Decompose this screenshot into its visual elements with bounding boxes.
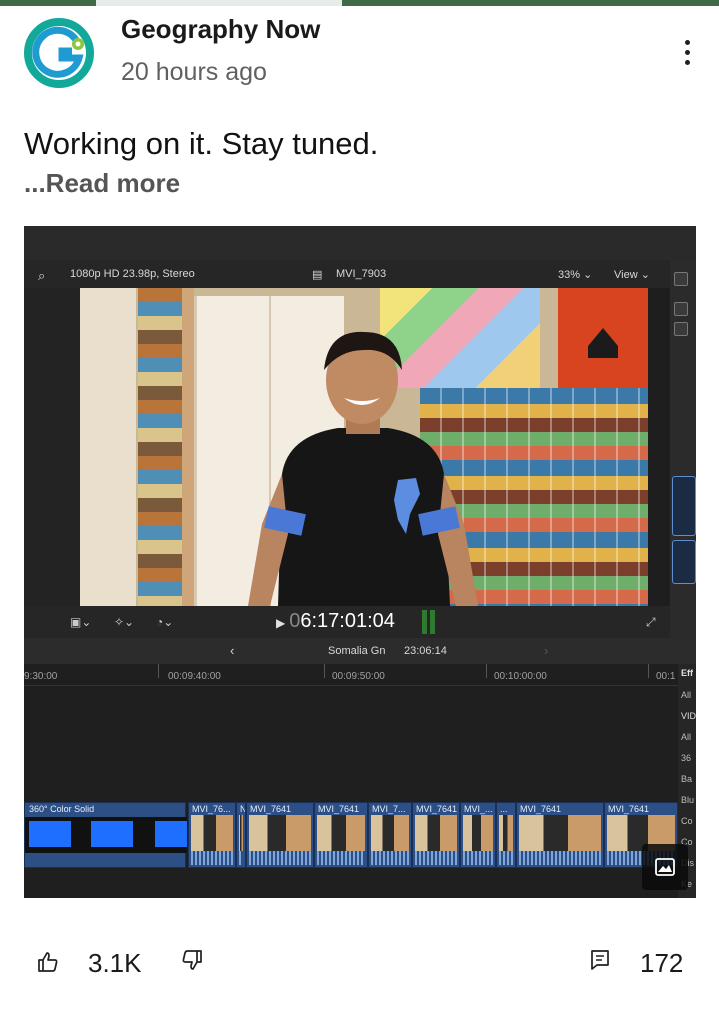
thumbs-up-icon[interactable] — [36, 950, 60, 974]
postcards-strip — [138, 288, 182, 606]
viewer-view-menu[interactable]: View ⌄ — [614, 268, 650, 281]
chevron-left-icon[interactable]: ‹ — [230, 643, 234, 658]
speed-icon[interactable]: ◔⌄ — [156, 615, 173, 629]
comment-count: 172 — [640, 948, 684, 978]
post-image[interactable]: ⌕ 1080p HD 23.98p, Stereo ▤ MVI_7903 33%… — [24, 226, 696, 898]
post-text: Working on it. Stay tuned. — [24, 126, 379, 161]
video-preview-frame — [80, 288, 648, 606]
inspector-section[interactable] — [672, 540, 696, 584]
editor-title-strip — [24, 226, 696, 260]
timeline-header: ‹ Somalia Gn 23:06:14 › — [24, 638, 696, 664]
door — [80, 288, 136, 606]
thumbs-down-icon[interactable] — [180, 948, 204, 972]
timeline-tracks[interactable]: 360° Color Solid MVI_76... N MVI_7641 MV… — [24, 686, 678, 898]
channel-avatar-logo-icon[interactable] — [24, 18, 94, 88]
inspector-checkbox[interactable] — [674, 272, 688, 286]
viewer-clip-name: MVI_7903 — [336, 268, 387, 280]
timecode-display[interactable]: ▶ 06:17:01:04 — [276, 610, 395, 633]
ruler-label: 00:10:00:00 — [494, 671, 547, 682]
viewer-search-icon[interactable]: ⌕ — [38, 268, 45, 284]
viewer-zoom-menu[interactable]: 33% ⌄ — [558, 268, 592, 281]
audio-meter-left — [422, 610, 427, 634]
ruler-label: 00:09:40:00 — [168, 671, 221, 682]
timeline-clip-color-solid[interactable]: 360° Color Solid — [24, 802, 187, 868]
audio-meter-right — [430, 610, 435, 634]
inspector-checkbox[interactable] — [674, 322, 688, 336]
project-name: Somalia Gn — [328, 645, 386, 657]
image-view-button[interactable] — [642, 844, 688, 890]
film-strip-icon: ▤ — [312, 269, 323, 281]
chevron-right-icon[interactable]: › — [544, 643, 548, 658]
vertical-dots-icon — [684, 39, 690, 45]
post-timestamp: 20 hours ago — [121, 58, 267, 86]
fullscreen-icon[interactable]: ⤢ — [646, 615, 656, 630]
play-icon[interactable]: ▶ — [276, 616, 285, 630]
like-count: 3.1K — [88, 948, 142, 978]
timeline-clip[interactable]: MVI_7641 — [412, 802, 460, 868]
timeline-clip[interactable]: ... — [496, 802, 516, 868]
read-more-link[interactable]: ...Read more — [24, 168, 180, 199]
channel-name[interactable]: Geography Now — [121, 14, 320, 45]
door-frame — [182, 288, 194, 606]
presenter-figure — [248, 331, 478, 606]
post-header: Geography Now 20 hours ago — [0, 6, 719, 106]
timeline-clip[interactable]: MVI_7... — [368, 802, 412, 868]
timeline-clip[interactable]: MVI_7641 — [246, 802, 314, 868]
post-actions: 3.1K 172 — [0, 930, 719, 990]
timeline-clip[interactable]: MVI_... — [460, 802, 496, 868]
display-options-icon[interactable]: ▣⌄ — [70, 615, 91, 629]
more-options-button[interactable] — [672, 32, 702, 72]
transform-tools-icon[interactable]: ✧⌄ — [114, 615, 134, 629]
viewer-format-label: 1080p HD 23.98p, Stereo — [70, 268, 195, 280]
viewer-toolbar: ⌕ 1080p HD 23.98p, Stereo ▤ MVI_7903 33%… — [24, 260, 696, 288]
ruler-label: 00:1 — [656, 671, 676, 682]
ruler-label: 00:09:50:00 — [332, 671, 385, 682]
timeline-clip[interactable]: MVI_76... — [188, 802, 236, 868]
playback-bar: ▣⌄ ✧⌄ ◔⌄ ▶ 06:17:01:04 ⤢ — [24, 606, 670, 638]
painting — [558, 288, 648, 392]
comment-icon[interactable] — [588, 948, 612, 972]
project-duration: 23:06:14 — [404, 645, 447, 657]
browser-pane — [24, 288, 80, 608]
image-icon — [655, 858, 675, 876]
timeline-clip[interactable]: MVI_7641 — [314, 802, 368, 868]
inspector-checkbox[interactable] — [674, 302, 688, 316]
inspector-section[interactable] — [672, 476, 696, 536]
timeline-ruler[interactable]: 9:30:00 00:09:40:00 00:09:50:00 00:10:00… — [24, 664, 678, 686]
timeline-clip[interactable]: N — [236, 802, 246, 868]
ruler-label: 9:30:00 — [24, 671, 58, 682]
timeline-clip[interactable]: MVI_7641 — [516, 802, 604, 868]
